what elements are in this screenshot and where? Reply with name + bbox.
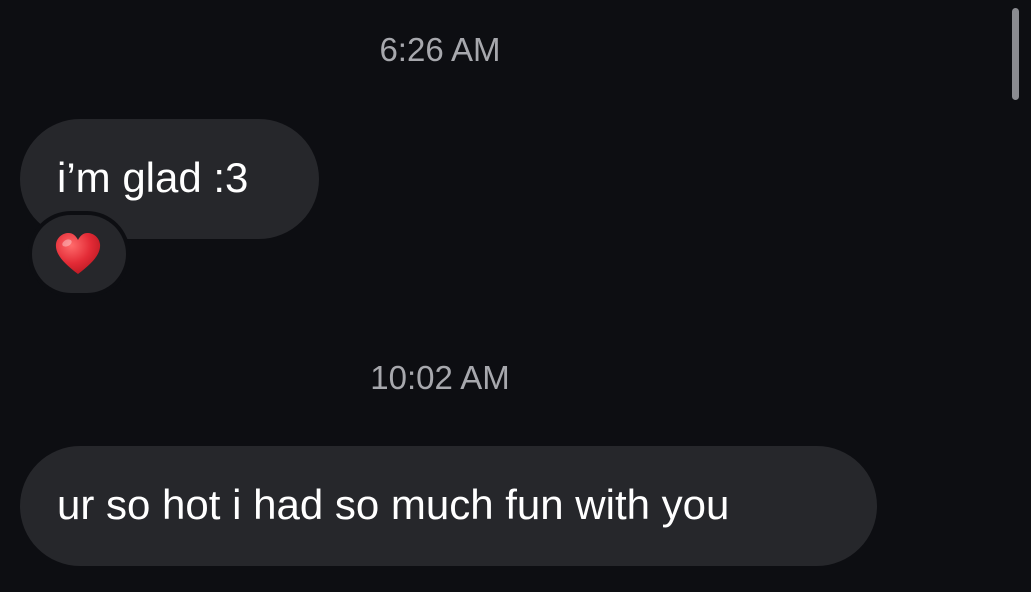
reaction-badge[interactable] — [32, 215, 126, 293]
red-heart-icon — [55, 233, 101, 274]
scrollbar[interactable] — [1012, 8, 1019, 100]
timestamp: 10:02 AM — [370, 359, 510, 396]
timestamp: 6:26 AM — [379, 31, 501, 68]
message-bubble[interactable]: ur so hot i had so much fun with you — [20, 446, 877, 566]
message-text: i’m glad :3 — [57, 154, 249, 201]
message-text: ur so hot i had so much fun with you — [57, 481, 730, 528]
